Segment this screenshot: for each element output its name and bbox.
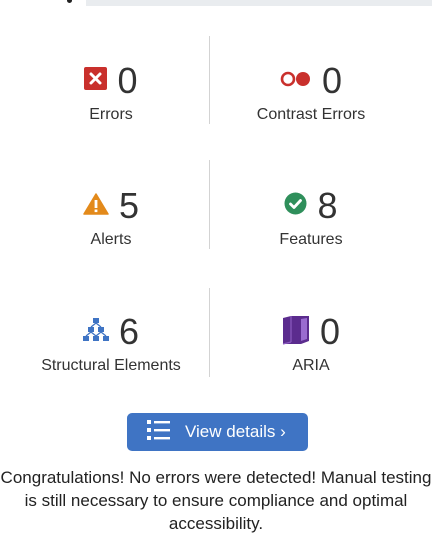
- contrast-errors-summary: 0 Contrast Errors: [212, 61, 410, 124]
- aria-summary: 0 ARIA: [212, 312, 410, 375]
- errors-count: 0: [117, 60, 138, 101]
- contrast-circles-icon: [280, 70, 312, 93]
- top-tick: [67, 0, 72, 3]
- contrast-errors-count: 0: [321, 60, 343, 101]
- structural-elements-label: Structural Elements: [41, 357, 181, 374]
- features-summary: 8 Features: [212, 186, 410, 249]
- structural-elements-summary: 6 Structural Elements: [12, 312, 210, 375]
- summary-grid: 0 Errors 0 Contrast Errors 5 Alerts 8 Fe…: [12, 36, 410, 381]
- aria-count: 0: [319, 311, 341, 352]
- alerts-count: 5: [118, 185, 140, 226]
- aria-label: ARIA: [292, 357, 330, 374]
- features-label: Features: [279, 231, 343, 248]
- top-strip: [86, 0, 432, 6]
- features-count: 8: [317, 185, 338, 226]
- list-icon: [147, 419, 171, 445]
- error-x-icon: [84, 67, 108, 95]
- alert-triangle-icon: [83, 192, 109, 220]
- errors-summary: 0 Errors: [12, 61, 210, 124]
- view-details-button[interactable]: View details ›: [127, 413, 308, 451]
- alerts-label: Alerts: [90, 231, 132, 248]
- errors-label: Errors: [89, 106, 133, 123]
- structural-elements-count: 6: [118, 311, 140, 352]
- alerts-summary: 5 Alerts: [12, 186, 210, 249]
- check-circle-icon: [284, 192, 307, 220]
- congratulations-message: Congratulations! No errors were detected…: [0, 468, 432, 533]
- aria-cube-icon: [282, 315, 310, 350]
- view-details-label: View details ›: [185, 422, 286, 441]
- hierarchy-icon: [82, 317, 109, 347]
- contrast-errors-label: Contrast Errors: [256, 106, 366, 123]
